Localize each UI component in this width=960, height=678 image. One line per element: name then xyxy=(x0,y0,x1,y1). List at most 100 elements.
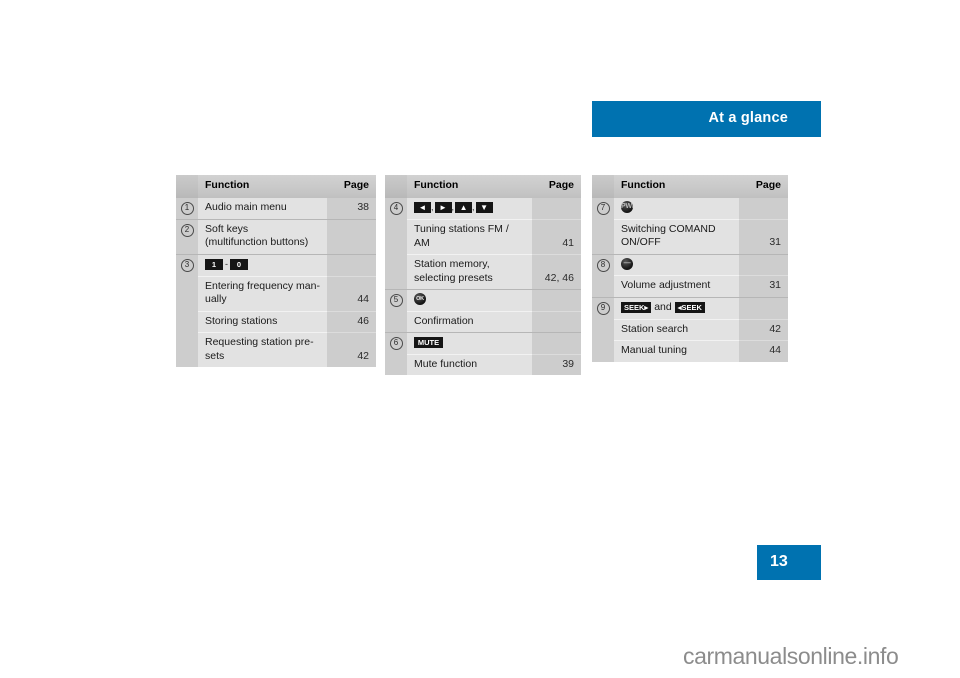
row-index: 7 xyxy=(592,198,614,254)
section-header-banner: At a glance xyxy=(592,101,821,137)
arrow-left-key: ◄ xyxy=(414,202,431,214)
and-separator: and xyxy=(654,300,672,313)
row-page-number: 44 xyxy=(327,275,376,312)
row-page-number: 42 xyxy=(327,332,376,368)
table-header-row: Function Page xyxy=(176,175,376,198)
row-glyphs: — xyxy=(614,253,739,276)
header-index xyxy=(385,175,407,198)
row-function-text: Switching COMAND ON/OFF xyxy=(614,218,739,254)
row-function-text: Requesting station pre-sets xyxy=(198,332,327,368)
header-page: Page xyxy=(532,175,581,198)
row-function-text: Storing stations xyxy=(198,310,327,333)
table-row: 1 Audio main menu 38 xyxy=(176,198,376,219)
table-row: 6 MUTE xyxy=(385,332,581,376)
table-row: 5 OK xyxy=(385,289,581,333)
table-row: Requesting station pre-sets 42 xyxy=(176,332,376,368)
row-function-text: Confirmation xyxy=(407,310,532,333)
row-page-number xyxy=(532,310,581,333)
range-dash: - xyxy=(225,258,228,269)
step-number: 4 xyxy=(389,202,403,215)
row-page xyxy=(532,198,581,220)
step-number: 2 xyxy=(180,223,194,237)
table-row: Mute function 39 xyxy=(385,353,581,376)
row-glyphs: ◄, ►, ▲, ▼ xyxy=(407,198,532,220)
row-page xyxy=(739,198,788,219)
row-page xyxy=(327,253,376,277)
header-page: Page xyxy=(327,175,376,198)
table-row: Switching COMAND ON/OFF 31 xyxy=(592,218,788,254)
table-row: Manual tuning 44 xyxy=(592,340,788,362)
table-row: 4 ◄, ►, ▲, ▼ xyxy=(385,198,581,290)
function-table-3: FunctionPage 7 PWR Switching COMANDON/OFF31… xyxy=(592,175,788,362)
row-function-text: Tuning stations FM / AM xyxy=(407,219,532,255)
page-number: 13 xyxy=(770,553,788,570)
step-number: 5 xyxy=(389,294,403,308)
volume-knob-icon: — xyxy=(621,257,633,270)
header-page: Page xyxy=(739,175,788,198)
step-number: 6 xyxy=(389,337,403,351)
row-index: 3 xyxy=(176,253,198,368)
row-glyphs: MUTE xyxy=(407,332,532,355)
mute-key: MUTE xyxy=(414,337,443,349)
arrow-up-key: ▲ xyxy=(455,202,473,214)
step-number: 7 xyxy=(596,202,610,215)
row-index: 4 xyxy=(385,198,407,290)
step-number: 8 xyxy=(596,258,610,272)
seek-forward-key: SEEK▸ xyxy=(621,301,652,313)
table-row: Tuning stations FM / AM 41 xyxy=(385,219,581,255)
table-row: Volume adjustment 31 xyxy=(592,275,788,297)
power-knob-icon: PWR xyxy=(621,201,633,214)
row-page xyxy=(739,253,788,276)
row-function-text: Volume adjustment xyxy=(614,275,739,297)
row-page-number: 31 xyxy=(739,275,788,297)
row-page-number: 38 xyxy=(327,198,376,219)
row-glyphs: OK xyxy=(407,289,532,312)
row-page-number: 44 xyxy=(739,340,788,362)
row-function-text: Station search xyxy=(614,318,739,341)
row-page-number: 42 xyxy=(739,318,788,341)
table-row: Storing stations 46 xyxy=(176,310,376,333)
arrow-right-key: ► xyxy=(434,202,452,214)
row-page-number: 41 xyxy=(532,219,581,255)
function-table-2: Function Page 4 ◄, ►, ▲, ▼ Tuning stations FM /… xyxy=(385,175,581,376)
table-row: Confirmation xyxy=(385,310,581,333)
row-page-number: 42, 46 xyxy=(532,254,581,290)
table-row: 2 Soft keys (multifunction buttons) xyxy=(176,218,376,254)
header-function: Function xyxy=(407,175,532,198)
row-function-text: Entering frequency man-ually xyxy=(198,275,327,312)
page-number-tab: 13 xyxy=(757,545,821,580)
table-row: Station search 42 xyxy=(592,318,788,341)
row-page-number: 39 xyxy=(532,353,581,376)
header-index xyxy=(592,175,614,198)
ok-button-icon: OK xyxy=(414,293,426,306)
arrow-down-key: ▼ xyxy=(475,202,493,214)
step-number: 9 xyxy=(596,301,610,315)
function-table: Function Page 4 ◄, ►, ▲, ▼ Tuning stations FM /… xyxy=(385,175,581,376)
row-page xyxy=(532,289,581,312)
table-row: 8— xyxy=(592,253,788,297)
table-row: Entering frequency man-ually 44 xyxy=(176,275,376,312)
row-page-number xyxy=(327,218,376,254)
function-table: Function Page 1 Audio main menu 38 2 Soft keys… xyxy=(176,175,376,368)
table-row: 7 PWR xyxy=(592,198,788,254)
header-function: Function xyxy=(198,175,327,198)
row-page xyxy=(739,296,788,320)
step-number: 1 xyxy=(180,202,194,215)
row-function-text: Soft keys (multifunction buttons) xyxy=(198,218,327,254)
row-index: 5 xyxy=(385,289,407,333)
step-number: 3 xyxy=(180,258,194,272)
row-function-text: Manual tuning xyxy=(614,340,739,362)
table-header-row: Function Page xyxy=(385,175,581,198)
row-page xyxy=(532,332,581,355)
row-page-number: 31 xyxy=(739,218,788,254)
row-index: 9 xyxy=(592,296,614,362)
row-function-text: Mute function xyxy=(407,353,532,376)
page-title: At a glance xyxy=(708,110,788,126)
table-header-row: Function Page xyxy=(592,175,788,198)
number-key-1: 1 xyxy=(205,258,223,270)
header-function: Function xyxy=(614,175,739,198)
row-function-text: Station memory, selecting presets xyxy=(407,254,532,290)
row-glyphs: SEEK▸ and ◂SEEK xyxy=(614,296,739,320)
row-glyphs: PWR xyxy=(614,198,739,219)
table-row: 9 SEEK▸ and ◂SEEK xyxy=(592,296,788,362)
